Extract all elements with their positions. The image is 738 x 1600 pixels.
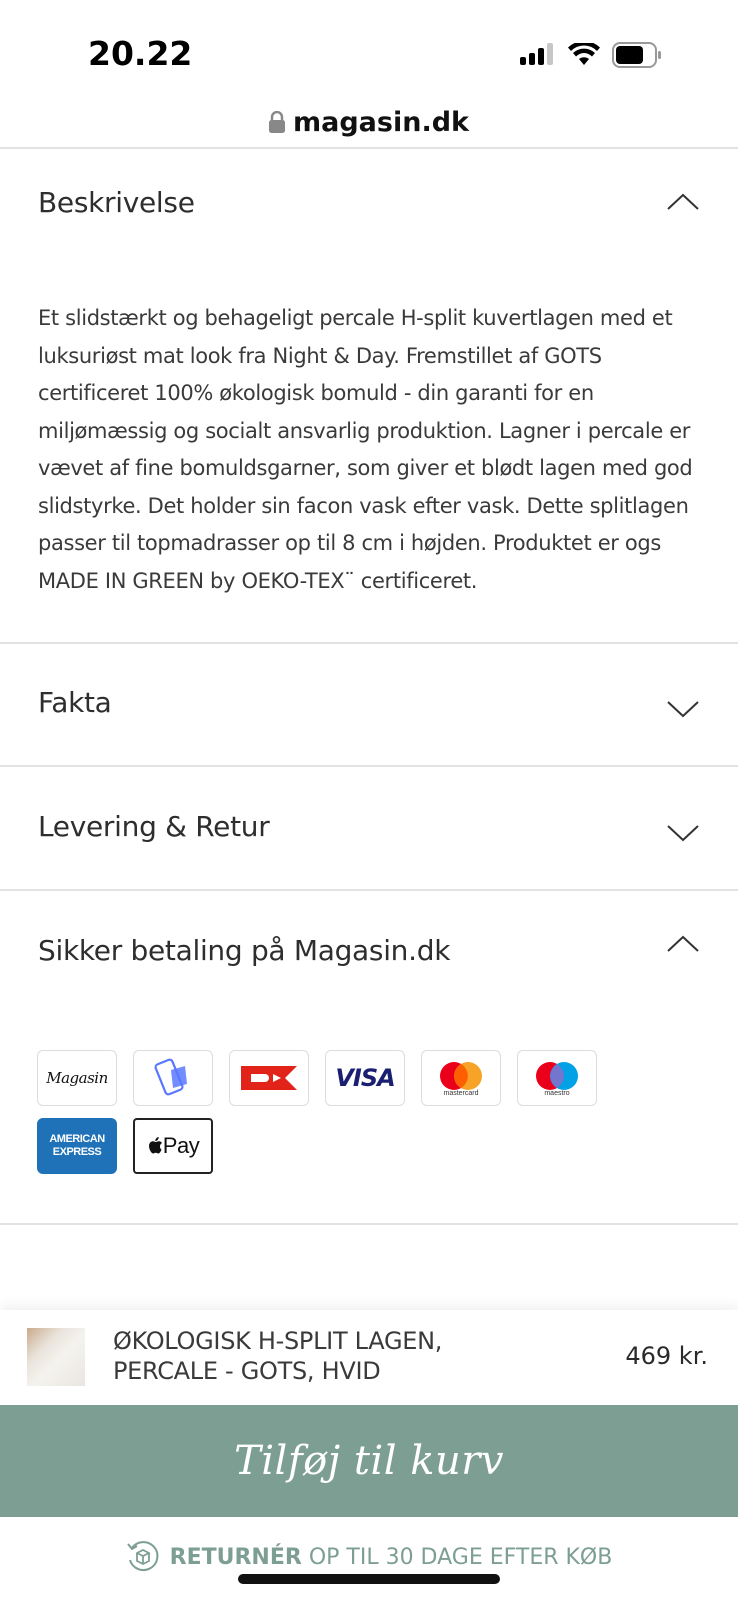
product-thumbnail[interactable] xyxy=(27,1328,85,1386)
signal-icon xyxy=(520,43,553,65)
status-icons xyxy=(520,40,662,70)
visa-text: VISA xyxy=(335,1064,395,1092)
apple-icon xyxy=(148,1137,162,1154)
returns-bold: RETURNÉR xyxy=(169,1544,302,1570)
divider xyxy=(0,1223,738,1225)
status-bar: 20.22 xyxy=(0,0,738,100)
add-to-cart-button[interactable]: Tilføj til kurv xyxy=(0,1405,738,1517)
section-description-header[interactable]: Beskrivelse xyxy=(38,172,700,232)
section-payment-header[interactable]: Sikker betaling på Magasin.dk xyxy=(38,920,700,980)
product-bar: ØKOLOGISK H-SPLIT LAGEN, PERCALE - GOTS,… xyxy=(0,1310,738,1405)
magasin-logo-text: Magasin xyxy=(46,1069,108,1087)
returns-info[interactable]: RETURNÉR OP TIL 30 DAGE EFTER KØB xyxy=(0,1537,738,1577)
amex-icon: AMERICAN EXPRESS xyxy=(37,1118,117,1174)
home-indicator xyxy=(238,1574,500,1584)
divider xyxy=(0,642,738,644)
maestro-text: maestro xyxy=(544,1089,570,1097)
lock-icon xyxy=(269,111,285,133)
chevron-down-icon[interactable] xyxy=(666,698,700,720)
product-name-line2: PERCALE - GOTS, HVID xyxy=(113,1357,381,1385)
product-price: 469 kr. xyxy=(625,1342,708,1370)
url-bar[interactable]: magasin.dk xyxy=(0,98,738,146)
chevron-down-icon[interactable] xyxy=(666,822,700,844)
returns-rest: OP TIL 30 DAGE EFTER KØB xyxy=(308,1544,613,1570)
return-box-icon xyxy=(126,1541,159,1572)
section-title: Beskrivelse xyxy=(38,185,195,219)
description-text: Et slidstærkt og behageligt percale H-sp… xyxy=(38,306,693,593)
visa-icon: VISA xyxy=(325,1050,405,1106)
section-title: Fakta xyxy=(38,685,112,719)
section-delivery-header[interactable]: Levering & Retur xyxy=(38,796,700,856)
chevron-up-icon[interactable] xyxy=(666,191,700,213)
status-time: 20.22 xyxy=(88,34,193,73)
mastercard-text: mastercard xyxy=(443,1089,479,1097)
mastercard-icon: mastercard xyxy=(421,1050,501,1106)
magasin-logo: Magasin xyxy=(37,1050,117,1106)
section-title: Sikker betaling på Magasin.dk xyxy=(38,933,451,967)
amex-text-1: AMERICAN xyxy=(49,1133,105,1145)
divider xyxy=(0,147,738,149)
mobilepay-icon xyxy=(133,1050,213,1106)
url-text: magasin.dk xyxy=(293,106,469,138)
dankort-icon xyxy=(229,1050,309,1106)
apple-pay-icon: Pay xyxy=(133,1118,213,1174)
amex-text-2: EXPRESS xyxy=(52,1146,102,1158)
product-name-line1: ØKOLOGISK H-SPLIT LAGEN, xyxy=(113,1327,443,1355)
section-title: Levering & Retur xyxy=(38,809,270,843)
section-facts-header[interactable]: Fakta xyxy=(38,672,700,732)
wifi-icon xyxy=(568,43,600,65)
returns-text: RETURNÉR OP TIL 30 DAGE EFTER KØB xyxy=(170,1545,613,1570)
chevron-up-icon[interactable] xyxy=(666,933,700,955)
apple-pay-text: Pay xyxy=(162,1133,200,1158)
product-name: ØKOLOGISK H-SPLIT LAGEN, PERCALE - GOTS,… xyxy=(113,1326,533,1386)
divider xyxy=(0,765,738,767)
add-to-cart-label: Tilføj til kurv xyxy=(234,1438,504,1484)
divider xyxy=(0,889,738,891)
battery-icon xyxy=(612,42,661,68)
maestro-icon: maestro xyxy=(517,1050,597,1106)
